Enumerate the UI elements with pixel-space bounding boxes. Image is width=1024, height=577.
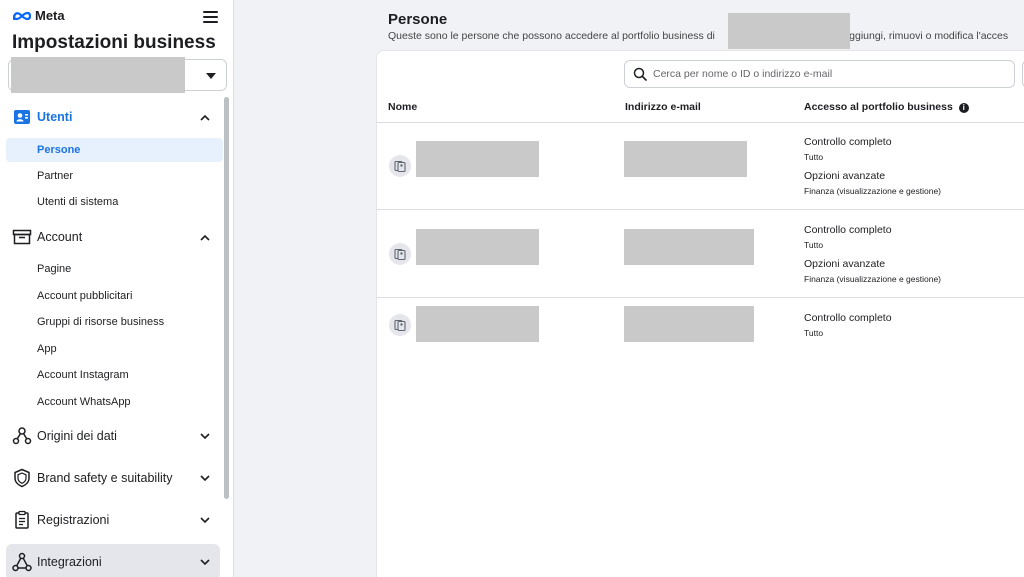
meta-logo[interactable]: Meta [12,8,65,23]
sidebar-item-utenti-di-sistema[interactable]: Utenti di sistema [6,190,223,214]
sidebar-section-label: Utenti [37,110,73,124]
search-box[interactable] [624,60,1015,88]
description-text-before: Queste sono le persone che possono acced… [388,30,715,42]
access-detail: Finanza (visualizzazione e gestione) [804,274,942,284]
access-detail: Tutto [804,328,824,338]
sidebar-section-utenti[interactable]: Utenti [6,100,220,134]
sidebar-section-registrazioni[interactable]: Registrazioni [6,503,220,537]
main-title: Persone [388,11,448,28]
access-level: Controllo completo [804,224,892,236]
sidebar-item-gruppi-risorse[interactable]: Gruppi di risorse business [6,310,223,334]
chevron-down-icon [198,555,212,569]
sidebar-section-label: Integrazioni [37,555,102,569]
person-card-icon [394,248,406,260]
meta-logo-text: Meta [35,8,65,23]
sidebar: Meta Impostazioni business Utenti Person… [0,0,234,577]
redacted-person-name [416,229,539,265]
sidebar-item-persone[interactable]: Persone [6,138,223,162]
search-icon [633,67,647,81]
access-detail: Tutto [804,240,824,250]
users-badge-icon [11,106,33,128]
sidebar-section-origini-dati[interactable]: Origini dei dati [6,419,220,453]
person-card-icon [394,160,406,172]
shield-icon [11,467,33,489]
page-title: Impostazioni business [12,32,216,53]
search-input[interactable] [653,68,993,80]
sidebar-item-pagine[interactable]: Pagine [6,257,223,281]
sidebar-item-account-whatsapp[interactable]: Account WhatsApp [6,390,223,414]
inbox-icon [11,226,33,248]
access-level: Opzioni avanzate [804,170,886,182]
chevron-down-icon [198,513,212,527]
business-portfolio-selector[interactable] [8,57,227,93]
redacted-person-email [624,306,754,342]
caret-down-icon [206,73,216,79]
redacted-person-email [624,229,754,265]
meta-infinity-icon [12,11,32,20]
main-description: Queste sono le persone che possono acced… [388,30,1008,42]
access-detail: Finanza (visualizzazione e gestione) [804,186,942,196]
access-level: Controllo completo [804,312,892,324]
sidebar-scrollbar[interactable] [224,97,229,499]
user-avatar [389,155,411,177]
row-divider [377,297,1024,298]
chevron-down-icon [198,471,212,485]
clipboard-icon [11,509,33,531]
info-icon[interactable]: i [958,103,969,113]
table-divider [377,122,1024,123]
access-level: Controllo completo [804,136,892,148]
sidebar-item-partner[interactable]: Partner [6,164,223,188]
sidebar-item-account-instagram[interactable]: Account Instagram [6,363,223,387]
chevron-up-icon [198,230,212,244]
redacted-portfolio-name [11,57,185,93]
redacted-person-email [624,141,747,177]
sidebar-section-label: Registrazioni [37,513,110,527]
sidebar-section-integrazioni[interactable]: Integrazioni [6,544,220,577]
column-header-access-label: Accesso al portfolio business [804,101,953,113]
redacted-person-name [416,141,539,177]
sidebar-section-label: Origini dei dati [37,429,117,443]
sidebar-item-app[interactable]: App [6,337,223,361]
integrations-icon [11,551,33,573]
access-level: Opzioni avanzate [804,258,886,270]
user-avatar [389,243,411,265]
sidebar-section-label: Account [37,230,83,244]
column-header-email[interactable]: Indirizzo e-mail [625,101,701,113]
person-card-icon [394,319,406,331]
sidebar-section-brand-safety[interactable]: Brand safety e suitability [6,461,220,495]
row-divider [377,209,1024,210]
sidebar-section-account[interactable]: Account [6,220,220,254]
chevron-up-icon [198,110,212,124]
chevron-down-icon [198,429,212,443]
data-sources-icon [11,425,33,447]
redacted-person-name [416,306,539,342]
access-detail: Tutto [804,152,824,162]
sidebar-section-label: Brand safety e suitability [37,471,173,485]
redacted-business-name [728,13,850,49]
column-header-access[interactable]: Accesso al portfolio business i [804,101,969,113]
user-avatar [389,314,411,336]
menu-icon[interactable] [203,11,218,24]
description-text-after: . Aggiungi, rimuovi o modifica l'acces [836,30,1009,42]
column-header-name[interactable]: Nome [388,101,417,113]
sidebar-item-account-pubblicitari[interactable]: Account pubblicitari [6,284,223,308]
